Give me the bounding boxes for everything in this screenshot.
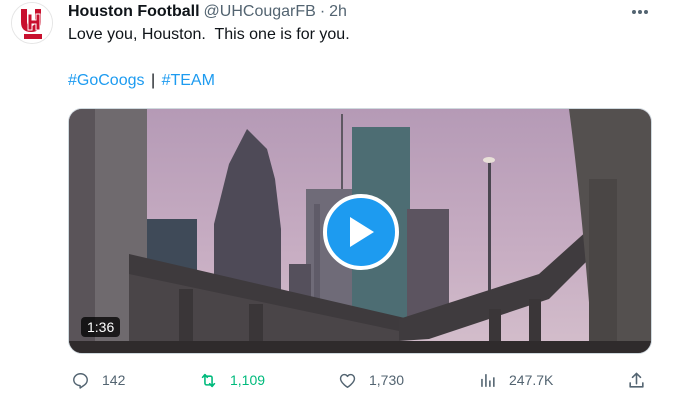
retweet-button[interactable]: 1,109 [199, 366, 265, 394]
hashtag-link[interactable]: #GoCoogs [68, 72, 145, 89]
views-button[interactable]: 247.7K [478, 366, 553, 394]
more-horizontal-icon [632, 10, 648, 14]
views-count: 247.7K [509, 372, 554, 388]
action-bar: 142 1,109 1,730 247.7K [0, 366, 690, 394]
author-name[interactable]: Houston Football [68, 3, 200, 21]
video-player[interactable]: 1:36 [68, 108, 652, 354]
share-button[interactable] [627, 366, 646, 394]
reply-count: 142 [102, 372, 126, 388]
video-duration: 1:36 [81, 317, 121, 337]
retweet-count: 1,109 [230, 372, 266, 388]
more-options-button[interactable] [630, 4, 650, 20]
reply-icon [73, 372, 88, 389]
author-handle[interactable]: @UHCougarFB [204, 3, 316, 21]
tweet-header: Houston Football @UHCougarFB · 2h [68, 2, 347, 22]
hashtag-link[interactable]: #TEAM [162, 72, 215, 89]
play-button[interactable] [323, 194, 399, 270]
tweet-text: Love you, Houston. This one is for you. [68, 26, 350, 43]
play-icon [350, 217, 374, 247]
timestamp[interactable]: 2h [329, 3, 347, 21]
like-count: 1,730 [369, 372, 405, 388]
share-icon [629, 372, 644, 388]
hashtag-separator: | [150, 72, 156, 89]
retweet-icon [201, 373, 216, 387]
reply-button[interactable]: 142 [71, 366, 125, 394]
header-separator: · [319, 3, 326, 20]
heart-icon [339, 373, 356, 388]
university-logo-icon [12, 3, 52, 43]
hashtag-line: #GoCoogs | #TEAM [68, 72, 215, 90]
like-button[interactable]: 1,730 [338, 366, 404, 394]
views-icon [481, 373, 495, 387]
tweet: Houston Football @UHCougarFB · 2h Love y… [0, 0, 690, 412]
avatar[interactable] [11, 2, 53, 44]
